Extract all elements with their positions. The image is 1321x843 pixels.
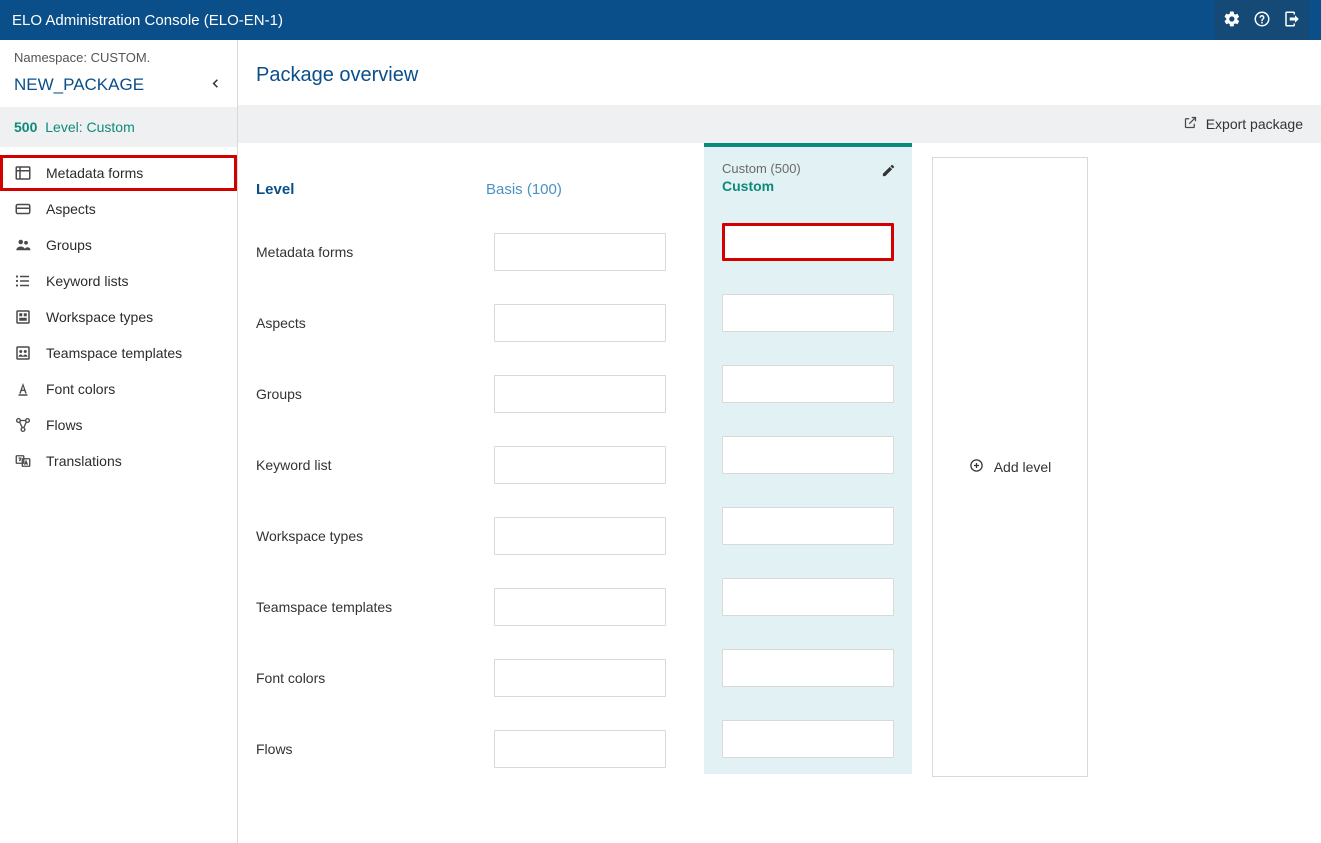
cell-custom-font-colors[interactable] xyxy=(722,649,894,687)
sidebar-item-label: Keyword lists xyxy=(46,273,128,289)
cell-basis-aspects[interactable] xyxy=(494,304,666,342)
row-label: Metadata forms xyxy=(256,216,456,287)
package-name: NEW_PACKAGE xyxy=(14,75,144,95)
topbar-actions xyxy=(1215,0,1309,40)
cell-custom-teamspace-templates[interactable] xyxy=(722,578,894,616)
sidebar-item-label: Aspects xyxy=(46,201,96,217)
cell-custom-aspects[interactable] xyxy=(722,294,894,332)
chevron-left-icon[interactable] xyxy=(208,76,223,94)
sidebar-item-label: Translations xyxy=(46,453,122,469)
flow-icon xyxy=(14,416,32,434)
main: Package overview Export package Level Me… xyxy=(238,40,1321,843)
translate-icon xyxy=(14,452,32,470)
namespace-label: Namespace: CUSTOM. xyxy=(0,40,237,67)
cell-custom-keyword-list[interactable] xyxy=(722,436,894,474)
cell-custom-workspace-types[interactable] xyxy=(722,507,894,545)
export-package-button[interactable]: Export package xyxy=(1183,115,1303,133)
cell-custom-groups[interactable] xyxy=(722,365,894,403)
page-title: Package overview xyxy=(238,40,1321,105)
add-level-column: Add level xyxy=(932,157,1088,777)
help-icon[interactable] xyxy=(1253,10,1271,31)
sidebar-item-keyword-lists[interactable]: Keyword lists xyxy=(0,263,237,299)
export-icon xyxy=(1183,115,1198,133)
sidebar-item-label: Font colors xyxy=(46,381,115,397)
level-label: Level: Custom xyxy=(45,119,134,135)
basis-level-link[interactable]: Basis (100) xyxy=(486,181,562,198)
cell-custom-metadata-forms[interactable] xyxy=(722,223,894,261)
row-header: Level xyxy=(256,143,456,216)
row-label: Font colors xyxy=(256,642,456,713)
cell-basis-font-colors[interactable] xyxy=(494,659,666,697)
sidebar-item-label: Flows xyxy=(46,417,83,433)
sidebar-item-workspace-types[interactable]: Workspace types xyxy=(0,299,237,335)
add-level-label: Add level xyxy=(994,459,1052,475)
template-icon xyxy=(14,344,32,362)
package-header: NEW_PACKAGE xyxy=(0,67,237,107)
overview-grid: Level Metadata forms Aspects Groups Keyw… xyxy=(238,143,1321,808)
row-label: Groups xyxy=(256,358,456,429)
sidebar-item-groups[interactable]: Groups xyxy=(0,227,237,263)
cell-basis-metadata-forms[interactable] xyxy=(494,233,666,271)
custom-level-sublabel: Custom (500) xyxy=(722,161,894,176)
plus-circle-icon xyxy=(969,458,984,476)
export-label: Export package xyxy=(1206,116,1303,132)
cell-basis-workspace-types[interactable] xyxy=(494,517,666,555)
card-icon xyxy=(14,200,32,218)
cell-basis-groups[interactable] xyxy=(494,375,666,413)
sidebar-item-metadata-forms[interactable]: Metadata forms xyxy=(0,155,237,191)
sidebar-item-teamspace-templates[interactable]: Teamspace templates xyxy=(0,335,237,371)
custom-level-name: Custom xyxy=(722,178,894,194)
form-icon xyxy=(14,164,32,182)
sidebar-item-label: Metadata forms xyxy=(46,165,143,181)
level-code: 500 xyxy=(14,119,37,135)
sidebar: Namespace: CUSTOM. NEW_PACKAGE 500 Level… xyxy=(0,40,238,843)
row-labels-column: Level Metadata forms Aspects Groups Keyw… xyxy=(256,143,456,784)
edit-icon[interactable] xyxy=(881,163,896,181)
row-label: Aspects xyxy=(256,287,456,358)
action-bar: Export package xyxy=(238,105,1321,143)
cell-basis-keyword-list[interactable] xyxy=(494,446,666,484)
sidebar-item-label: Groups xyxy=(46,237,92,253)
sidebar-item-flows[interactable]: Flows xyxy=(0,407,237,443)
cell-custom-flows[interactable] xyxy=(722,720,894,758)
cell-basis-flows[interactable] xyxy=(494,730,666,768)
topbar: ELO Administration Console (ELO-EN-1) xyxy=(0,0,1321,40)
row-label: Teamspace templates xyxy=(256,571,456,642)
row-label: Keyword list xyxy=(256,429,456,500)
sidebar-item-aspects[interactable]: Aspects xyxy=(0,191,237,227)
sidebar-item-label: Teamspace templates xyxy=(46,345,182,361)
font-icon xyxy=(14,380,32,398)
level-column-custom: Custom (500) Custom xyxy=(704,143,912,774)
sidebar-item-font-colors[interactable]: Font colors xyxy=(0,371,237,407)
sidebar-item-label: Workspace types xyxy=(46,309,153,325)
row-label: Flows xyxy=(256,713,456,784)
sidebar-menu: Metadata forms Aspects Groups Keyword li… xyxy=(0,147,237,487)
users-icon xyxy=(14,236,32,254)
logout-icon[interactable] xyxy=(1283,10,1301,31)
add-level-button[interactable]: Add level xyxy=(969,458,1052,476)
level-column-basis: Basis (100) xyxy=(476,143,684,784)
level-bar: 500 Level: Custom xyxy=(0,107,237,147)
row-label: Workspace types xyxy=(256,500,456,571)
gear-icon[interactable] xyxy=(1223,10,1241,31)
workspace-icon xyxy=(14,308,32,326)
app-title: ELO Administration Console (ELO-EN-1) xyxy=(12,12,283,29)
cell-basis-teamspace-templates[interactable] xyxy=(494,588,666,626)
sidebar-item-translations[interactable]: Translations xyxy=(0,443,237,479)
list-icon xyxy=(14,272,32,290)
